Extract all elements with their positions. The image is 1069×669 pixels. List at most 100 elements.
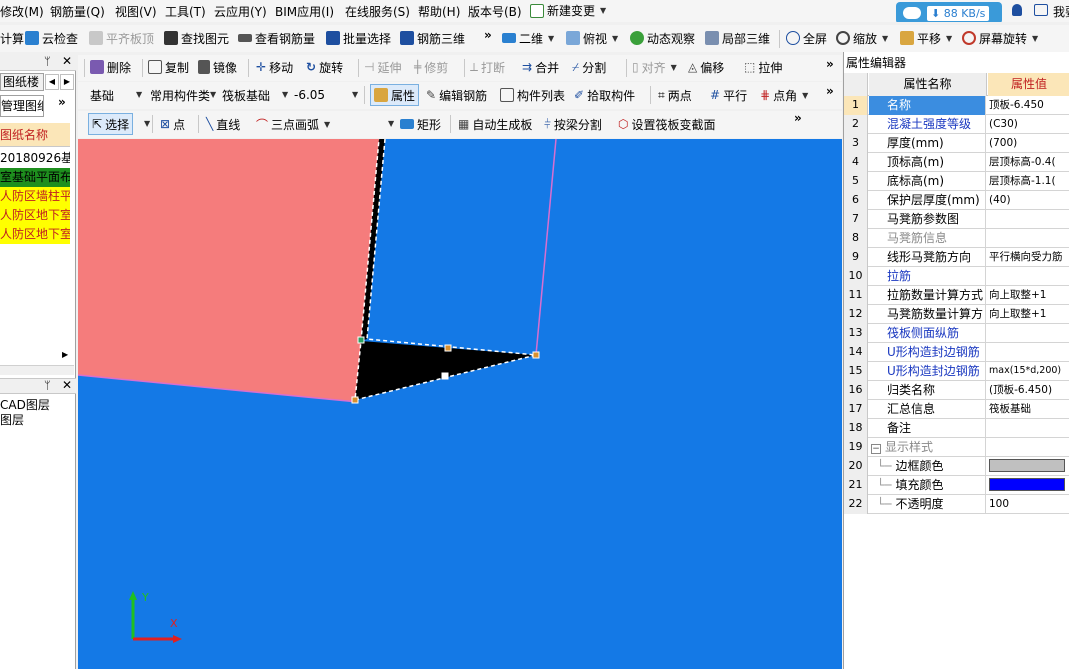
batch-select-button[interactable]: 批量选择 xyxy=(326,27,391,49)
property-row-name[interactable]: 1 名称 顶板-6.450 xyxy=(844,96,1069,115)
row-value[interactable] xyxy=(987,476,1069,495)
user-menu-label[interactable]: 我要 xyxy=(1053,3,1069,20)
horizontal-scrollbar[interactable] xyxy=(0,365,74,375)
partial-3d-button[interactable]: 局部三维 xyxy=(705,27,770,49)
drawing-row[interactable]: 人防区墙柱平 xyxy=(0,187,70,206)
menu-tools[interactable]: 工具(T) xyxy=(165,3,206,20)
mirror-button[interactable]: 镜像 xyxy=(198,56,237,78)
pin-icon[interactable]: ᛘ xyxy=(44,379,51,392)
property-row-cover[interactable]: 6 保护层厚度(mm) (40) xyxy=(844,191,1069,210)
view-2d-button[interactable]: 二维 ▼ xyxy=(502,27,554,49)
close-icon[interactable]: ✕ xyxy=(62,54,72,68)
toolbar-overflow-icon[interactable]: » xyxy=(826,84,834,98)
flat-roof-button[interactable]: 平齐板顶 xyxy=(89,27,154,49)
row-value[interactable] xyxy=(987,457,1069,476)
pan-button[interactable]: 平移 ▼ xyxy=(900,27,952,49)
rect-button[interactable]: 矩形 xyxy=(400,113,441,135)
split-by-beam-button[interactable]: ⫩ 按梁分割 xyxy=(544,113,602,135)
row-value[interactable]: (40) xyxy=(987,191,1069,210)
point-button[interactable]: ⊠ 点 xyxy=(160,113,185,135)
merge-button[interactable]: ⇉ 合并 xyxy=(522,56,559,78)
two-points-button[interactable]: ⌗ 两点 xyxy=(658,84,692,106)
properties-button[interactable]: 属性 xyxy=(370,84,420,106)
view-rebar-button[interactable]: 查看钢筋量 xyxy=(238,27,315,49)
property-row-u-edge-2[interactable]: 15 U形构造封边钢筋 max(15*d,200) xyxy=(844,362,1069,381)
rotate-button[interactable]: ↻ 旋转 xyxy=(306,56,343,78)
drawing-row[interactable]: 室基础平面布 xyxy=(0,168,70,187)
align-button[interactable]: ▯ 对齐 ▼ xyxy=(632,56,677,78)
property-row-chair-info[interactable]: 8 马凳筋信息 xyxy=(844,229,1069,248)
property-row-chair-diagram[interactable]: 7 马凳筋参数图 xyxy=(844,210,1069,229)
grip-handle[interactable] xyxy=(444,344,452,352)
chevron-down-icon[interactable]: ▼ xyxy=(388,119,394,128)
menu-bim[interactable]: BIM应用(I) xyxy=(275,3,334,20)
scroll-right-arrow-icon[interactable]: ▶ xyxy=(62,350,68,359)
dynamic-observe-button[interactable]: 动态观察 xyxy=(630,27,695,49)
menu-cloud[interactable]: 云应用(Y) xyxy=(214,3,267,20)
property-row-category-name[interactable]: 16 归类名称 (顶板-6.450) xyxy=(844,381,1069,400)
cloud-check-button[interactable]: 云检查 xyxy=(25,27,78,49)
row-value[interactable]: (C30) xyxy=(987,115,1069,134)
row-value[interactable] xyxy=(987,324,1069,343)
extend-button[interactable]: ⊣ 延伸 xyxy=(364,56,401,78)
chevron-down-icon[interactable]: ▼ xyxy=(210,90,216,99)
toolbar-overflow-icon[interactable]: » xyxy=(794,111,802,125)
row-value[interactable]: max(15*d,200) xyxy=(987,362,1069,381)
offset-button[interactable]: ◬ 偏移 xyxy=(688,56,724,78)
drawing-canvas[interactable]: Y X xyxy=(78,139,842,669)
vertical-scrollbar[interactable]: ▶ xyxy=(60,235,74,365)
property-row-fill-color[interactable]: 21 └─ 填充颜色 xyxy=(844,476,1069,495)
rebar-3d-button[interactable]: 钢筋三维 xyxy=(400,27,465,49)
grip-handle[interactable] xyxy=(357,336,365,344)
edit-rebar-button[interactable]: ✎ 编辑钢筋 xyxy=(426,84,487,106)
property-row-opacity[interactable]: 22 └─ 不透明度 100 xyxy=(844,495,1069,514)
manage-drawing-tab[interactable]: 管理图纸 xyxy=(0,95,44,117)
row-value[interactable] xyxy=(987,343,1069,362)
property-row-display-style[interactable]: 19 − 显示样式 xyxy=(844,438,1069,457)
menu-online[interactable]: 在线服务(S) xyxy=(345,3,410,20)
menu-help[interactable]: 帮助(H) xyxy=(418,3,460,20)
toolbar-overflow-icon[interactable]: » xyxy=(826,57,834,71)
property-row-side-rebar[interactable]: 13 筏板侧面纵筋 xyxy=(844,324,1069,343)
layer-item[interactable]: 图层 xyxy=(0,411,24,428)
fill-color-swatch[interactable] xyxy=(989,478,1065,491)
row-value[interactable]: (700) xyxy=(987,134,1069,153)
pin-icon[interactable]: ᛘ xyxy=(44,55,51,68)
arc-button[interactable]: ⌒ 三点画弧 ▼ xyxy=(256,113,330,135)
split-button[interactable]: ⌿ 分割 xyxy=(572,56,606,78)
property-row-bottom-elevation[interactable]: 5 底标高(m) 层顶标高-1.1( xyxy=(844,172,1069,191)
collapse-icon[interactable]: − xyxy=(871,444,881,454)
component-list-button[interactable]: 构件列表 xyxy=(500,84,565,106)
calc-button[interactable]: 计算 xyxy=(0,27,24,49)
row-value[interactable]: 筏板基础 xyxy=(987,400,1069,419)
row-value[interactable] xyxy=(987,419,1069,438)
point-angle-button[interactable]: ⋕ 点角 ▼ xyxy=(760,84,808,106)
row-value[interactable] xyxy=(987,267,1069,286)
fullscreen-button[interactable]: 全屏 xyxy=(786,27,827,49)
row-value[interactable]: 向上取整+1 xyxy=(987,305,1069,324)
row-value[interactable]: (顶板-6.450) xyxy=(987,381,1069,400)
category-select[interactable]: 常用构件类 xyxy=(146,85,216,105)
close-icon[interactable]: ✕ xyxy=(62,378,72,392)
border-color-swatch[interactable] xyxy=(989,459,1065,472)
property-row-chair-direction[interactable]: 9 线形马凳筋方向 平行横向受力筋 xyxy=(844,248,1069,267)
trim-button[interactable]: ╪ 修剪 xyxy=(414,56,448,78)
drawing-row[interactable]: 20180926基础 xyxy=(0,148,70,168)
property-row-u-edge-1[interactable]: 14 U形构造封边钢筋 xyxy=(844,343,1069,362)
screen-rotate-button[interactable]: 屏幕旋转 ▼ xyxy=(962,27,1038,49)
property-row-remark[interactable]: 18 备注 xyxy=(844,419,1069,438)
property-row-concrete-grade[interactable]: 2 混凝土强度等级 (C30) xyxy=(844,115,1069,134)
property-row-thickness[interactable]: 3 厚度(mm) (700) xyxy=(844,134,1069,153)
chevron-down-icon[interactable]: ▼ xyxy=(352,90,358,99)
notification-icon[interactable] xyxy=(1012,4,1022,16)
menu-modify[interactable]: 修改(M) xyxy=(0,3,44,20)
select-button[interactable]: ⇱ 选择 xyxy=(88,113,134,135)
pick-component-button[interactable]: ✐ 拾取构件 xyxy=(574,84,635,106)
row-value[interactable] xyxy=(987,229,1069,248)
row-value[interactable]: 100 xyxy=(987,495,1069,514)
chevron-down-icon[interactable]: ▼ xyxy=(282,90,288,99)
row-value[interactable]: 顶板-6.450 xyxy=(987,96,1069,115)
chevron-down-icon[interactable]: ▼ xyxy=(136,90,142,99)
row-value[interactable]: 向上取整+1 xyxy=(987,286,1069,305)
break-button[interactable]: ⟂ 打断 xyxy=(470,56,505,78)
